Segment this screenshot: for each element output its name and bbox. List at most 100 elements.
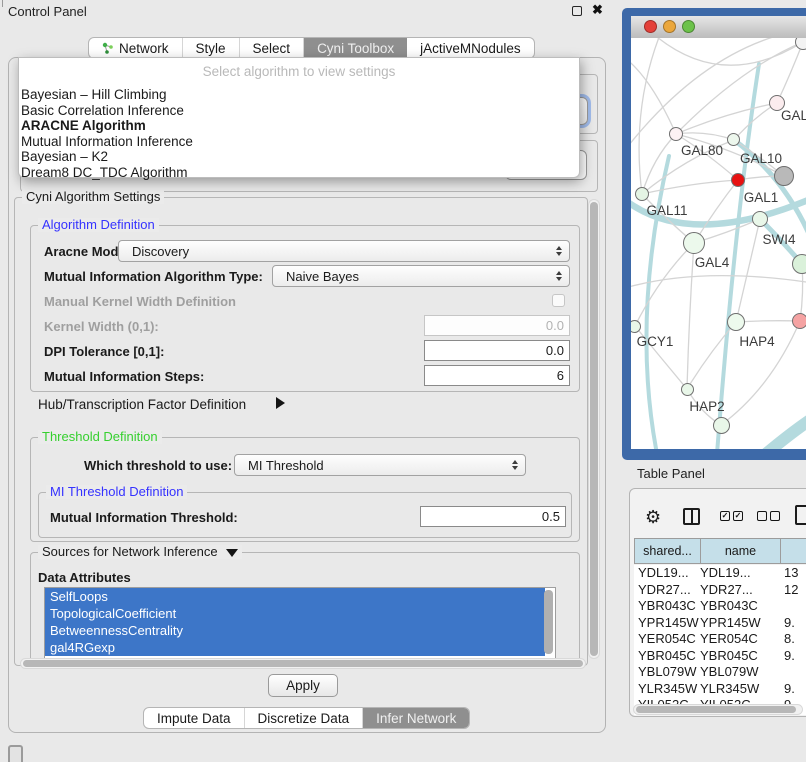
control-panel-tabbar: Network Style Select Cyni Toolbox jActiv… bbox=[88, 37, 535, 59]
stepper-icon bbox=[512, 460, 518, 470]
cell: 8. bbox=[784, 631, 795, 648]
table-row[interactable]: YBL079W YBL079W bbox=[634, 664, 806, 681]
mi-type-combo[interactable]: Naive Bayes bbox=[272, 265, 570, 287]
network-icon bbox=[102, 42, 114, 54]
select-all-icon[interactable]: ✓✓ bbox=[720, 511, 743, 521]
attribute-item-selected[interactable]: gal4RGexp bbox=[45, 639, 545, 656]
aracne-mode-combo[interactable]: Discovery bbox=[118, 240, 570, 262]
algorithm-option[interactable]: Basic Correlation Inference bbox=[19, 103, 579, 119]
algorithm-definition-legend: Algorithm Definition bbox=[38, 218, 159, 232]
tab-infer-network[interactable]: Infer Network bbox=[363, 708, 469, 728]
cell: YLR345W bbox=[700, 681, 759, 698]
attribute-item-selected[interactable]: TopologicalCoefficient bbox=[45, 605, 545, 622]
tab-impute-data[interactable]: Impute Data bbox=[144, 708, 245, 728]
node-swi4[interactable] bbox=[752, 211, 768, 227]
algorithm-option[interactable]: Mutual Information Inference bbox=[19, 134, 579, 150]
node-hap2[interactable] bbox=[681, 383, 694, 396]
collapsed-panel-icon[interactable] bbox=[8, 745, 23, 762]
node-pink[interactable] bbox=[792, 313, 806, 329]
node-gal10[interactable] bbox=[727, 133, 740, 146]
node[interactable] bbox=[713, 417, 730, 434]
cell: 12 bbox=[784, 582, 798, 599]
float-panel-icon[interactable] bbox=[572, 6, 582, 16]
cyni-settings-legend: Cyni Algorithm Settings bbox=[22, 190, 164, 204]
settings-gear-icon[interactable]: ⚙ bbox=[645, 507, 661, 528]
hub-section-label[interactable]: Hub/Transcription Factor Definition bbox=[38, 397, 246, 412]
tab-network[interactable]: Network bbox=[89, 38, 183, 58]
close-icon[interactable]: ✖ bbox=[592, 2, 603, 18]
column-layout-icon[interactable] bbox=[683, 508, 700, 525]
collapsed-arrow-icon[interactable] bbox=[276, 397, 285, 409]
settings-horizontal-scrollbar[interactable] bbox=[20, 658, 586, 669]
settings-vertical-scrollbar[interactable] bbox=[588, 199, 600, 659]
algorithm-option[interactable]: Bayesian – K2 bbox=[19, 149, 579, 165]
attribute-item-selected[interactable]: BetweennessCentrality bbox=[45, 622, 545, 639]
attribute-item-selected[interactable]: SelfLoops bbox=[45, 588, 545, 605]
tab-discretize-data[interactable]: Discretize Data bbox=[245, 708, 364, 728]
table-row[interactable]: YDR27... YDR27... 12 bbox=[634, 582, 806, 599]
table-row[interactable]: YDL19... YDL19... 13 bbox=[634, 565, 806, 582]
column-header-name[interactable]: name bbox=[700, 538, 781, 564]
node-gal11[interactable] bbox=[635, 187, 649, 201]
cell: YDL19... bbox=[700, 565, 751, 582]
cell: YBR045C bbox=[700, 648, 758, 665]
cell: 9. bbox=[784, 648, 795, 665]
expanded-arrow-icon[interactable] bbox=[226, 549, 238, 557]
column-header-shared-name[interactable]: shared... bbox=[634, 538, 701, 564]
which-threshold-combo[interactable]: MI Threshold bbox=[234, 454, 526, 476]
node-gray[interactable] bbox=[774, 166, 794, 186]
table-row[interactable]: YPR145W YPR145W 9. bbox=[634, 615, 806, 632]
cell: 9. bbox=[784, 681, 795, 698]
cell: YBR043C bbox=[700, 598, 758, 615]
algorithm-option[interactable]: Bayesian – Hill Climbing bbox=[19, 87, 579, 103]
apply-button[interactable]: Apply bbox=[268, 674, 338, 697]
node-label-gal10: GAL10 bbox=[740, 151, 782, 166]
mi-threshold-field[interactable]: 0.5 bbox=[420, 506, 566, 527]
which-threshold-label: Which threshold to use: bbox=[84, 458, 232, 473]
table-row[interactable]: YBR043C YBR043C bbox=[634, 598, 806, 615]
table-row[interactable]: YLR345W YLR345W 9. bbox=[634, 681, 806, 698]
close-button[interactable] bbox=[644, 20, 657, 33]
manual-kernel-checkbox[interactable] bbox=[552, 294, 565, 307]
minimize-button[interactable] bbox=[663, 20, 676, 33]
algorithm-option-selected[interactable]: ARACNE Algorithm bbox=[19, 118, 579, 134]
node-label-gal1: GAL1 bbox=[744, 190, 779, 205]
tab-jactivemnodules[interactable]: jActiveMNodules bbox=[407, 38, 534, 58]
network-window-titlebar[interactable] bbox=[631, 16, 806, 39]
node-label: GAL bbox=[781, 108, 806, 123]
node-gal4[interactable] bbox=[683, 232, 705, 254]
cell: YPR145W bbox=[638, 615, 699, 632]
tab-style[interactable]: Style bbox=[183, 38, 240, 58]
table-row[interactable]: YBR045C YBR045C 9. bbox=[634, 648, 806, 665]
algorithm-option[interactable]: Dream8 DC_TDC Algorithm bbox=[19, 165, 579, 181]
mi-type-label: Mutual Information Algorithm Type: bbox=[44, 269, 263, 284]
table-panel-title: Table Panel bbox=[637, 466, 705, 481]
node[interactable] bbox=[792, 254, 806, 274]
tab-cyni-toolbox[interactable]: Cyni Toolbox bbox=[304, 38, 407, 58]
column-header-cut[interactable] bbox=[780, 538, 806, 564]
tab-jactivemnodules-label: jActiveMNodules bbox=[420, 41, 521, 56]
cell: YER054C bbox=[700, 631, 758, 648]
deselect-all-icon[interactable] bbox=[757, 511, 780, 521]
node-label-gcy1: GCY1 bbox=[637, 334, 674, 349]
tab-select[interactable]: Select bbox=[240, 38, 305, 58]
cell: YBR043C bbox=[638, 598, 696, 615]
node-gal1-selected[interactable] bbox=[731, 173, 745, 187]
mi-steps-field[interactable]: 6 bbox=[424, 365, 570, 386]
zoom-button[interactable] bbox=[682, 20, 695, 33]
cyni-bottom-tabbar: Impute Data Discretize Data Infer Networ… bbox=[143, 707, 470, 729]
list-vertical-scrollbar[interactable] bbox=[544, 590, 553, 654]
dpi-tolerance-value: 0.0 bbox=[546, 343, 564, 358]
tab-impute-data-label: Impute Data bbox=[157, 711, 231, 726]
dpi-tolerance-field[interactable]: 0.0 bbox=[424, 340, 570, 361]
panel-top-divider bbox=[2, 0, 3, 7]
table-horizontal-scrollbar[interactable] bbox=[633, 704, 803, 715]
kernel-width-field[interactable]: 0.0 bbox=[424, 315, 570, 336]
file-icon[interactable] bbox=[795, 505, 806, 525]
node-hap4[interactable] bbox=[727, 313, 745, 331]
sources-legend-label: Sources for Network Inference bbox=[42, 544, 218, 559]
table-rows: YDL19... YDL19... 13 YDR27... YDR27... 1… bbox=[634, 565, 806, 715]
node-gal80[interactable] bbox=[669, 127, 683, 141]
network-canvas[interactable]: GAL GAL80 GAL10 GAL1 GAL11 SWI4 GAL4 GCY… bbox=[631, 38, 806, 449]
table-row[interactable]: YER054C YER054C 8. bbox=[634, 631, 806, 648]
